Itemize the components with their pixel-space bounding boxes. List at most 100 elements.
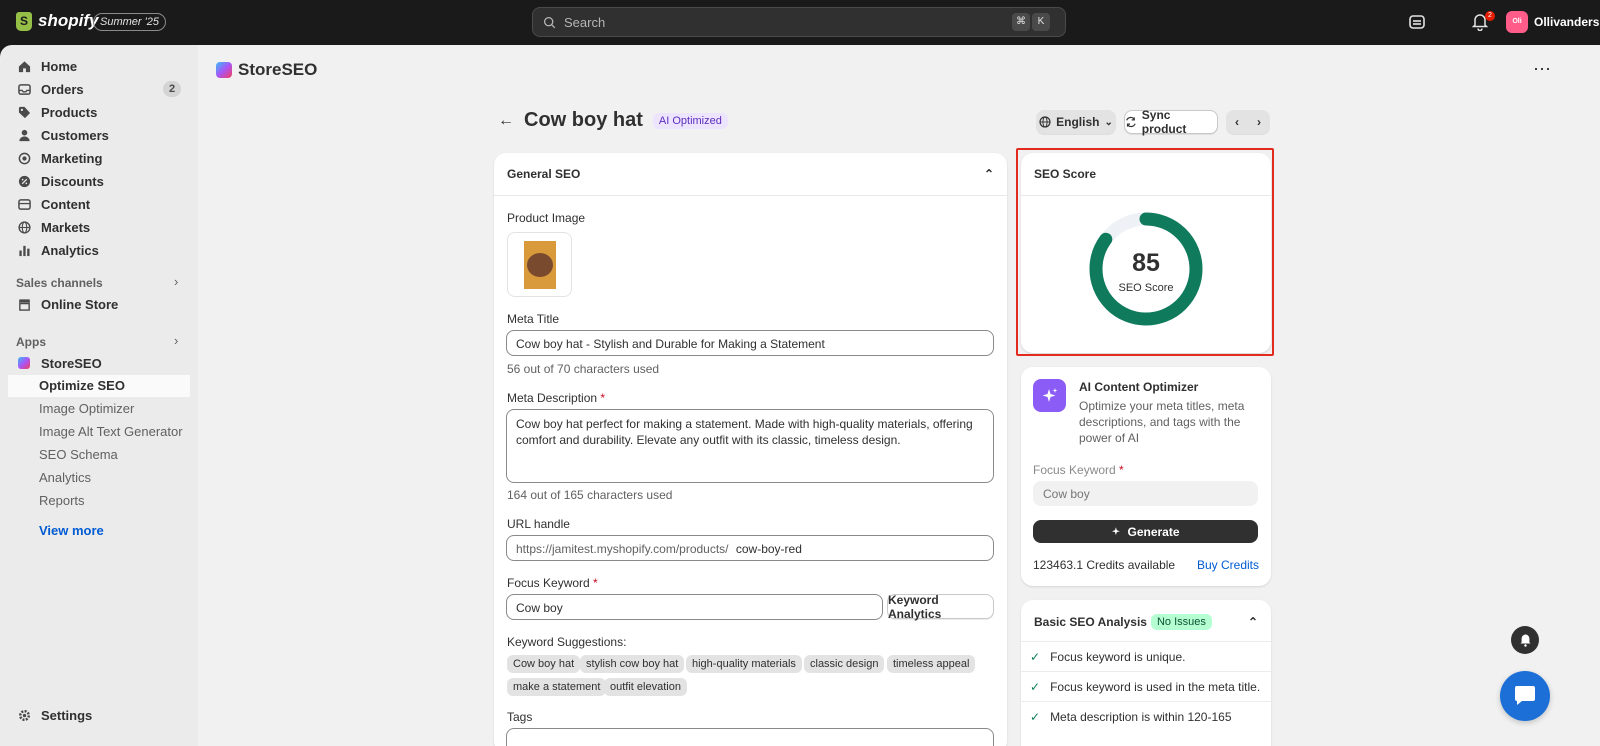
sidebar-item-online-store[interactable]: Online Store bbox=[8, 293, 190, 315]
ai-optimizer-title: AI Content Optimizer bbox=[1079, 380, 1199, 394]
chevron-right-icon[interactable]: › bbox=[174, 333, 178, 348]
sidebar-item-marketing[interactable]: Marketing bbox=[8, 147, 190, 169]
url-handle-input[interactable]: https://jamitest.myshopify.com/products/… bbox=[506, 535, 994, 561]
basic-seo-analysis-header[interactable]: Basic SEO Analysis No Issues ⌃ bbox=[1021, 600, 1271, 643]
chat-bubble-icon bbox=[1515, 686, 1535, 705]
chevron-up-icon[interactable]: ⌃ bbox=[984, 167, 994, 181]
focus-keyword-input[interactable]: Cow boy bbox=[506, 594, 883, 620]
ai-focus-keyword-input[interactable] bbox=[1033, 481, 1258, 506]
keyword-chip[interactable]: classic design bbox=[804, 655, 885, 673]
keyword-analytics-button[interactable]: Keyword Analytics bbox=[887, 593, 994, 621]
globe-icon bbox=[1039, 116, 1051, 128]
buy-credits-link[interactable]: Buy Credits bbox=[1197, 558, 1259, 572]
product-image-label: Product Image bbox=[507, 211, 586, 225]
notification-bell-fab[interactable] bbox=[1511, 626, 1539, 654]
keyword-suggestions-label: Keyword Suggestions: bbox=[507, 635, 627, 649]
sidebar-sub-analytics[interactable]: Analytics bbox=[8, 467, 190, 489]
notification-badge: 2 bbox=[1485, 11, 1495, 21]
sidebar-item-content[interactable]: Content bbox=[8, 193, 190, 215]
language-select[interactable]: English ⌄ bbox=[1036, 110, 1116, 134]
shortcut-k-key: K bbox=[1032, 13, 1050, 31]
shopify-bag-icon bbox=[16, 11, 32, 31]
highlight-frame bbox=[1016, 148, 1274, 356]
search-icon bbox=[543, 16, 556, 28]
sidebar-item-label: Online Store bbox=[41, 296, 119, 312]
next-product-button[interactable]: › bbox=[1248, 110, 1270, 134]
keyword-chip[interactable]: outfit elevation bbox=[604, 678, 687, 696]
store-menu[interactable]: Oli Ollivanders bbox=[1506, 11, 1599, 33]
analysis-check-row: ✓ Focus keyword is unique. bbox=[1021, 641, 1271, 671]
content-icon bbox=[17, 197, 31, 211]
meta-description-textarea[interactable]: Cow boy hat perfect for making a stateme… bbox=[506, 409, 994, 483]
more-actions-icon[interactable]: ⋯ bbox=[1533, 59, 1552, 80]
sales-channels-label: Sales channels bbox=[16, 276, 103, 290]
url-prefix: https://jamitest.myshopify.com/products/ bbox=[516, 542, 729, 556]
shortcut-cmd-key: ⌘ bbox=[1012, 13, 1030, 31]
sidebar-sub-seo-schema[interactable]: SEO Schema bbox=[8, 444, 190, 466]
chevron-right-icon[interactable]: › bbox=[174, 274, 178, 289]
sidebar-sub-alt-text-generator[interactable]: Image Alt Text Generator bbox=[8, 421, 190, 443]
chevron-right-icon: › bbox=[1257, 115, 1261, 129]
sidebar-item-label: Customers bbox=[41, 127, 109, 143]
meta-description-label: Meta Description * bbox=[507, 391, 606, 405]
sidebar-item-orders[interactable]: Orders 2 bbox=[8, 78, 190, 100]
product-image bbox=[523, 240, 556, 289]
meta-title-char-count: 56 out of 70 characters used bbox=[507, 362, 660, 376]
sidebar-item-discounts[interactable]: Discounts bbox=[8, 170, 190, 192]
sidebar-sub-reports[interactable]: Reports bbox=[8, 490, 190, 512]
sparkle-icon bbox=[1112, 527, 1121, 536]
sidebar-sub-image-optimizer[interactable]: Image Optimizer bbox=[8, 398, 190, 420]
basic-seo-analysis-card: Basic SEO Analysis No Issues ⌃ ✓ Focus k… bbox=[1021, 600, 1271, 746]
search-bar[interactable]: ⌘ K bbox=[532, 7, 1066, 37]
analysis-check-text: Focus keyword is unique. bbox=[1050, 649, 1186, 664]
sync-product-button[interactable]: Sync product bbox=[1124, 108, 1218, 136]
sync-label: Sync product bbox=[1141, 108, 1187, 136]
sidebar-item-settings[interactable]: Settings bbox=[8, 704, 190, 726]
previous-product-button[interactable]: ‹ bbox=[1226, 110, 1248, 134]
main-area: StoreSEO ⋯ ← Cow boy hat AI Optimized En… bbox=[198, 45, 1600, 746]
sidebar-sub-optimize-seo[interactable]: Optimize SEO bbox=[8, 375, 190, 397]
general-seo-header[interactable]: General SEO ⌃ bbox=[494, 153, 1007, 196]
generate-button[interactable]: Generate bbox=[1033, 520, 1258, 543]
edition-badge[interactable]: Summer '25 bbox=[93, 13, 166, 31]
back-arrow-icon[interactable]: ← bbox=[498, 112, 514, 130]
store-switch-icon[interactable] bbox=[1408, 13, 1428, 33]
sidebar-item-label: Analytics bbox=[41, 242, 99, 258]
store-name: Ollivanders bbox=[1534, 15, 1600, 29]
sidebar-item-analytics[interactable]: Analytics bbox=[8, 239, 190, 261]
page-title: Cow boy hat bbox=[524, 109, 643, 131]
person-icon bbox=[17, 128, 31, 142]
product-image-thumb[interactable] bbox=[507, 232, 572, 297]
no-issues-badge: No Issues bbox=[1150, 613, 1212, 630]
app-header: StoreSEO bbox=[216, 60, 317, 80]
brand-name: shopify bbox=[38, 11, 99, 30]
sidebar-item-markets[interactable]: Markets bbox=[8, 216, 190, 238]
analysis-check-text: Meta description is within 120-165 bbox=[1050, 709, 1232, 724]
tags-input[interactable] bbox=[506, 728, 994, 746]
orders-count-badge: 2 bbox=[163, 81, 181, 97]
search-input[interactable] bbox=[564, 14, 994, 30]
shopify-logo[interactable]: shopify bbox=[16, 11, 98, 31]
keyword-chip[interactable]: timeless appeal bbox=[887, 655, 976, 673]
sidebar-item-label: Settings bbox=[41, 707, 93, 723]
language-label: English bbox=[1056, 115, 1100, 129]
meta-description-char-count: 164 out of 165 characters used bbox=[507, 488, 673, 502]
chevron-up-icon[interactable]: ⌃ bbox=[1248, 615, 1258, 629]
keyword-chip[interactable]: Cow boy hat bbox=[507, 655, 581, 673]
page-header: ← Cow boy hat AI Optimized bbox=[498, 109, 728, 132]
view-more-link[interactable]: View more bbox=[39, 523, 104, 538]
ai-content-optimizer-card: AI Content Optimizer Optimize your meta … bbox=[1021, 367, 1271, 586]
sidebar-item-home[interactable]: Home bbox=[8, 55, 190, 77]
sidebar-item-storeseo[interactable]: StoreSEO bbox=[8, 352, 190, 374]
keyword-chip[interactable]: make a statement bbox=[507, 678, 607, 696]
keyword-chip[interactable]: stylish cow boy hat bbox=[580, 655, 685, 673]
home-icon bbox=[17, 59, 31, 73]
meta-title-input[interactable]: Cow boy hat - Stylish and Durable for Ma… bbox=[506, 330, 994, 356]
storeseo-logo-icon bbox=[216, 62, 232, 78]
chat-support-button[interactable] bbox=[1500, 671, 1550, 721]
sidebar-item-customers[interactable]: Customers bbox=[8, 124, 190, 146]
keyword-chip[interactable]: high-quality materials bbox=[686, 655, 802, 673]
sidebar-item-products[interactable]: Products bbox=[8, 101, 190, 123]
analysis-check-row: ✓ Focus keyword is used in the meta titl… bbox=[1021, 671, 1271, 701]
generate-label: Generate bbox=[1127, 524, 1180, 539]
